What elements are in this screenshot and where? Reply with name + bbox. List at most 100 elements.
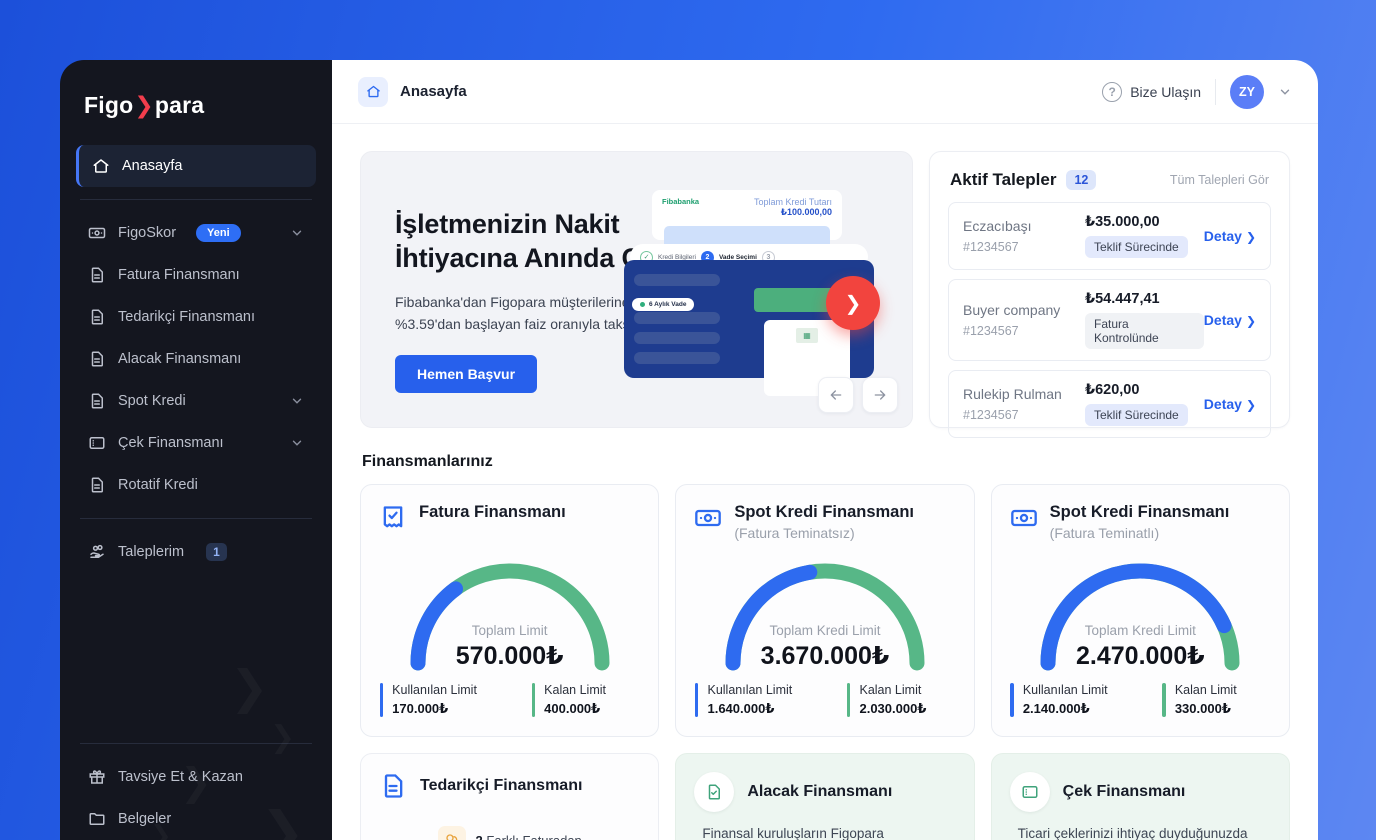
- legend-remaining-limit: Kalan Limit 330.000₺: [1162, 683, 1270, 717]
- document-check-icon: [694, 772, 735, 812]
- image-icon: ▦: [796, 328, 818, 343]
- sidebar-divider: [80, 743, 312, 744]
- sidebar-item-figoskor[interactable]: FigoSkor Yeni: [76, 212, 316, 254]
- detail-link[interactable]: Detay ❯: [1204, 312, 1256, 328]
- cheque-icon: [89, 437, 105, 449]
- gauge-chart: Toplam Kredi Limit 3.670.000₺: [717, 555, 933, 671]
- request-row: Eczacıbaşı #1234567 ₺35.000,00 Teklif Sü…: [948, 202, 1271, 270]
- gauge-title: Spot Kredi Finansmanı: [1049, 503, 1230, 521]
- gauge-chart: Toplam Limit 570.000₺: [402, 555, 618, 671]
- avatar[interactable]: ZY: [1230, 74, 1264, 109]
- sidebar-item-belgeler[interactable]: Belgeler: [76, 798, 316, 840]
- status-badge: Teklif Sürecinde: [1085, 236, 1188, 258]
- card-description: Ticari çeklerinizi ihtiyaç duyduğunuzda …: [1017, 826, 1248, 840]
- sidebar-item-fatura-finansmani[interactable]: Fatura Finansmanı: [76, 254, 316, 296]
- request-amount: ₺35.000,00: [1085, 214, 1160, 230]
- carousel-next-button[interactable]: [862, 377, 898, 413]
- home-icon: [93, 159, 109, 173]
- request-ref: #1234567: [963, 240, 1019, 254]
- sidebar-item-anasayfa[interactable]: Anasayfa: [76, 145, 316, 187]
- card-title: Çek Finansmanı: [1062, 783, 1186, 800]
- request-ref: #1234567: [963, 408, 1019, 422]
- breadcrumb-home-icon[interactable]: [358, 76, 388, 107]
- status-badge: Teklif Sürecinde: [1085, 404, 1188, 426]
- gauge-center-label: Toplam Kredi Limit: [769, 623, 881, 638]
- sidebar-item-spot-kredi[interactable]: Spot Kredi: [76, 380, 316, 422]
- chevron-right-icon: ❯: [1245, 230, 1256, 244]
- document-icon: [91, 393, 103, 409]
- taleplerim-count-badge: 1: [206, 543, 227, 561]
- request-company: Eczacıbaşı: [963, 218, 1032, 234]
- see-all-requests-link[interactable]: Tüm Talepleri Gör: [1170, 173, 1269, 187]
- active-requests-panel: Aktif Talepler 12 Tüm Talepleri Gör Ecza…: [929, 151, 1290, 438]
- request-amount: ₺54.447,41: [1085, 291, 1160, 307]
- request-row: Buyer company #1234567 ₺54.447,41 Fatura…: [948, 279, 1271, 361]
- chevron-down-icon: [292, 230, 302, 236]
- banner-illustration: Fibabanka Toplam Kredi Tutarı ₺100.000,0…: [624, 178, 880, 396]
- contact-us-button[interactable]: ? Bize Ulaşın: [1102, 81, 1201, 102]
- help-icon: ?: [1102, 81, 1123, 102]
- sidebar-item-tedarikci-finansmani[interactable]: Tedarikçi Finansmanı: [76, 296, 316, 338]
- gauge-subtitle: (Fatura Teminatsız): [734, 525, 855, 541]
- sidebar-item-rotatif-kredi[interactable]: Rotatif Kredi: [76, 464, 316, 506]
- sidebar-divider: [80, 518, 312, 519]
- apply-now-button[interactable]: Hemen Başvur: [395, 355, 538, 394]
- chevron-right-icon: ❯: [1245, 398, 1256, 412]
- gauge-chart: Toplam Kredi Limit 2.470.000₺: [1032, 555, 1248, 671]
- legend-remaining-limit: Kalan Limit 400.000₺: [531, 683, 640, 717]
- gauge-total-value: 2.470.000₺: [1076, 642, 1205, 670]
- chevron-down-icon[interactable]: [1278, 85, 1292, 99]
- arrow-right-icon: [874, 390, 886, 400]
- main-content: Anasayfa ? Bize Ulaşın ZY İşletmenizin N…: [332, 60, 1318, 840]
- request-company: Buyer company: [963, 302, 1061, 318]
- yeni-badge: Yeni: [196, 224, 241, 242]
- banknote-icon: [88, 227, 106, 239]
- document-icon: [384, 774, 403, 798]
- legend-remaining-limit: Kalan Limit 2.030.000₺: [846, 683, 955, 717]
- document-icon: [91, 351, 103, 367]
- card-title: Tedarikçi Finansmanı: [420, 777, 583, 794]
- sidebar-item-cek-finansmani[interactable]: Çek Finansmanı: [76, 422, 316, 464]
- sidebar-item-tavsiye-et-kazan[interactable]: Tavsiye Et & Kazan: [76, 756, 316, 798]
- detail-link[interactable]: Detay ❯: [1204, 396, 1256, 412]
- card-alacak-finansmani[interactable]: Alacak Finansmanı Finansal kuruluşların …: [675, 753, 975, 840]
- sidebar-item-taleplerim[interactable]: Taleplerim 1: [76, 531, 316, 573]
- document-icon: [91, 267, 103, 283]
- legend-used-limit: Kullanılan Limit 170.000₺: [379, 683, 488, 717]
- sidebar-item-alacak-finansmani[interactable]: Alacak Finansmanı: [76, 338, 316, 380]
- chevron-right-icon: ❯: [1245, 314, 1256, 328]
- carousel-prev-button[interactable]: [818, 377, 854, 413]
- active-requests-title: Aktif Talepler: [950, 170, 1057, 189]
- document-icon: [91, 309, 103, 325]
- gauge-total-value: 570.000₺: [455, 642, 564, 670]
- financing-gauge-cards: Fatura Finansmanı Toplam Limit 570.000₺: [360, 484, 1290, 737]
- folder-icon: [89, 813, 105, 825]
- request-amount: ₺620,00: [1085, 382, 1140, 398]
- status-badge: Fatura Kontrolünde: [1085, 313, 1204, 349]
- gauge-center-label: Toplam Limit: [471, 623, 548, 638]
- document-icon: [91, 477, 103, 493]
- sidebar-footer: Tavsiye Et & Kazan Belgeler: [76, 731, 316, 840]
- detail-link[interactable]: Detay ❯: [1204, 228, 1256, 244]
- gauge-card-spot-kredi-teminatsiz: Spot Kredi Finansmanı (Fatura Teminatsız…: [675, 484, 975, 737]
- legend-used-limit: Kullanılan Limit 2.140.000₺: [1010, 683, 1118, 717]
- request-company: Rulekip Rulman: [963, 386, 1062, 402]
- active-requests-count-badge: 12: [1066, 170, 1097, 190]
- gauge-card-spot-kredi-teminatli: Spot Kredi Finansmanı (Fatura Teminatlı)…: [990, 484, 1290, 737]
- banknote-icon: [695, 509, 722, 527]
- gift-icon: [89, 770, 105, 784]
- gauge-card-fatura-finansmani: Fatura Finansmanı Toplam Limit 570.000₺: [360, 484, 660, 737]
- gauge-title: Fatura Finansmanı: [419, 503, 566, 521]
- topbar: Anasayfa ? Bize Ulaşın ZY: [332, 60, 1318, 124]
- financing-section-title: Finansmanlarınız: [362, 453, 493, 470]
- card-cek-finansmani[interactable]: Çek Finansmanı Ticari çeklerinizi ihtiya…: [990, 753, 1290, 840]
- legend-used-limit: Kullanılan Limit 1.640.000₺: [694, 683, 803, 717]
- coins-icon: [437, 826, 466, 840]
- gauge-subtitle: (Fatura Teminatlı): [1049, 525, 1160, 541]
- product-cards: Tedarikçi Finansmanı 2 Farklı Faturadan …: [360, 753, 1290, 840]
- request-ref: #1234567: [963, 324, 1019, 338]
- card-tedarikci-finansmani[interactable]: Tedarikçi Finansmanı 2 Farklı Faturadan: [360, 753, 660, 840]
- carousel-next-fab[interactable]: ❯: [826, 276, 880, 330]
- banknote-icon: [1010, 509, 1037, 527]
- arrow-left-icon: [830, 390, 842, 400]
